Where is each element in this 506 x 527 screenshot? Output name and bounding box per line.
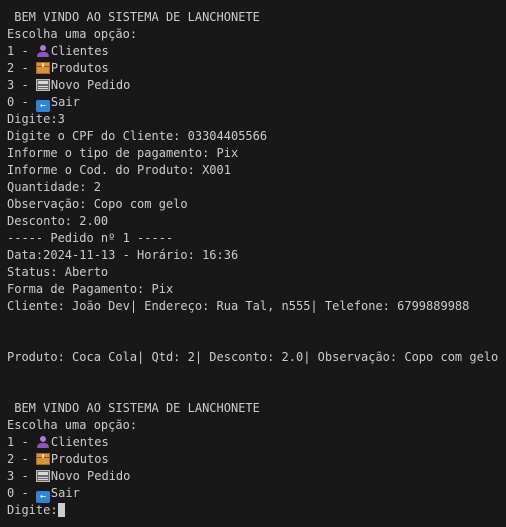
option-number: 0 - [7,95,36,109]
option-label: Clientes [50,435,109,449]
option-label: Produtos [50,61,109,75]
input-prompt: Digite: [7,503,58,517]
menu-option-produtos: 2 - Produtos [7,451,506,468]
menu-option-sair: 0 - ← Sair [7,485,506,503]
order-status-line: Status: Aberto [7,265,109,279]
menu-option-novo-pedido: 3 - Novo Pedido [7,77,506,94]
order-header: ----- Pedido nº 1 ----- [7,231,174,245]
option-number: 2 - [7,61,36,75]
option-label: Novo Pedido [50,78,131,92]
option-label: Sair [50,486,80,500]
option-label: Clientes [50,44,109,58]
option-number: 0 - [7,486,36,500]
menu-prompt: Escolha uma opção: [7,27,138,41]
terminal-output[interactable]: BEM VINDO AO SISTEMA DE LANCHONETE Escol… [0,0,506,527]
order-payment-line: Forma de Pagamento: Pix [7,282,174,296]
option-number: 2 - [7,452,36,466]
option-number: 1 - [7,44,36,58]
input-line: Digite:3 [7,112,65,126]
option-label: Sair [50,95,80,109]
option-label: Novo Pedido [50,469,131,483]
payment-type-line: Informe o tipo de pagamento: Pix [7,146,239,160]
quantity-line: Quantidade: 2 [7,180,101,194]
menu-option-clientes: 1 - Clientes [7,43,506,60]
package-icon [35,62,50,74]
text-cursor[interactable] [57,503,65,517]
order-product-line: Produto: Coca Cola| Qtd: 2| Desconto: 2.… [7,350,499,364]
menu-option-sair: 0 - ← Sair [7,94,506,112]
option-number: 3 - [7,469,36,483]
menu-prompt: Escolha uma opção: [7,418,138,432]
discount-line: Desconto: 2.00 [7,214,109,228]
menu-option-clientes: 1 - Clientes [7,434,506,451]
option-label: Produtos [50,452,109,466]
active-input-line[interactable]: Digite: [7,502,506,519]
product-code-line: Informe o Cod. do Produto: X001 [7,163,231,177]
menu-option-novo-pedido: 3 - Novo Pedido [7,468,506,485]
welcome-title: BEM VINDO AO SISTEMA DE LANCHONETE [7,401,260,415]
cpf-line: Digite o CPF do Cliente: 03304405566 [7,129,268,143]
cash-register-icon [35,79,50,91]
package-icon [35,453,50,465]
back-arrow-icon: ← [35,491,50,503]
order-client-line: Cliente: João Dev| Endereço: Rua Tal, n5… [7,299,470,313]
person-icon [36,436,50,448]
welcome-title: BEM VINDO AO SISTEMA DE LANCHONETE [7,10,260,24]
back-arrow-icon: ← [35,100,50,112]
observation-line: Observação: Copo com gelo [7,197,188,211]
cash-register-icon [35,470,50,482]
menu-option-produtos: 2 - Produtos [7,60,506,77]
order-date-line: Data:2024-11-13 - Horário: 16:36 [7,248,239,262]
option-number: 1 - [7,435,36,449]
person-icon [36,45,50,57]
option-number: 3 - [7,78,36,92]
